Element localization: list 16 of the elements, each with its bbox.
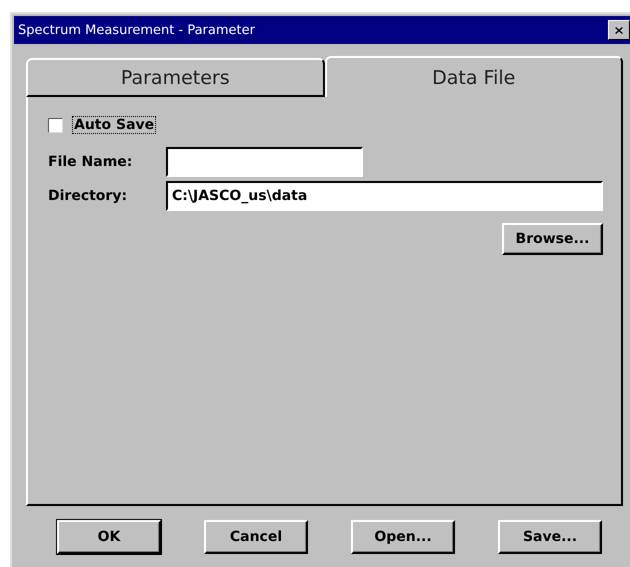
browse-button[interactable]: Browse...	[502, 223, 603, 255]
field-label: File Name:	[48, 154, 134, 170]
input-field[interactable]	[166, 147, 363, 177]
input-field[interactable]: C:\JASCO_us\data	[166, 181, 603, 211]
dialog-button[interactable]: Cancel	[204, 520, 308, 554]
tab[interactable]: Parameters	[26, 58, 324, 97]
window-title: Spectrum Measurement - Parameter	[17, 22, 255, 38]
dialog-button[interactable]: Open...	[351, 520, 455, 554]
checkbox-label[interactable]: Auto Save	[73, 117, 156, 133]
tab[interactable]: Data File	[324, 56, 623, 97]
close-icon	[615, 24, 623, 36]
dialog-button[interactable]: OK	[57, 520, 161, 554]
checkbox[interactable]	[48, 118, 63, 132]
dialog-button[interactable]: Save...	[498, 520, 602, 554]
close-button[interactable]	[608, 20, 630, 40]
field-label: Directory:	[48, 188, 128, 204]
